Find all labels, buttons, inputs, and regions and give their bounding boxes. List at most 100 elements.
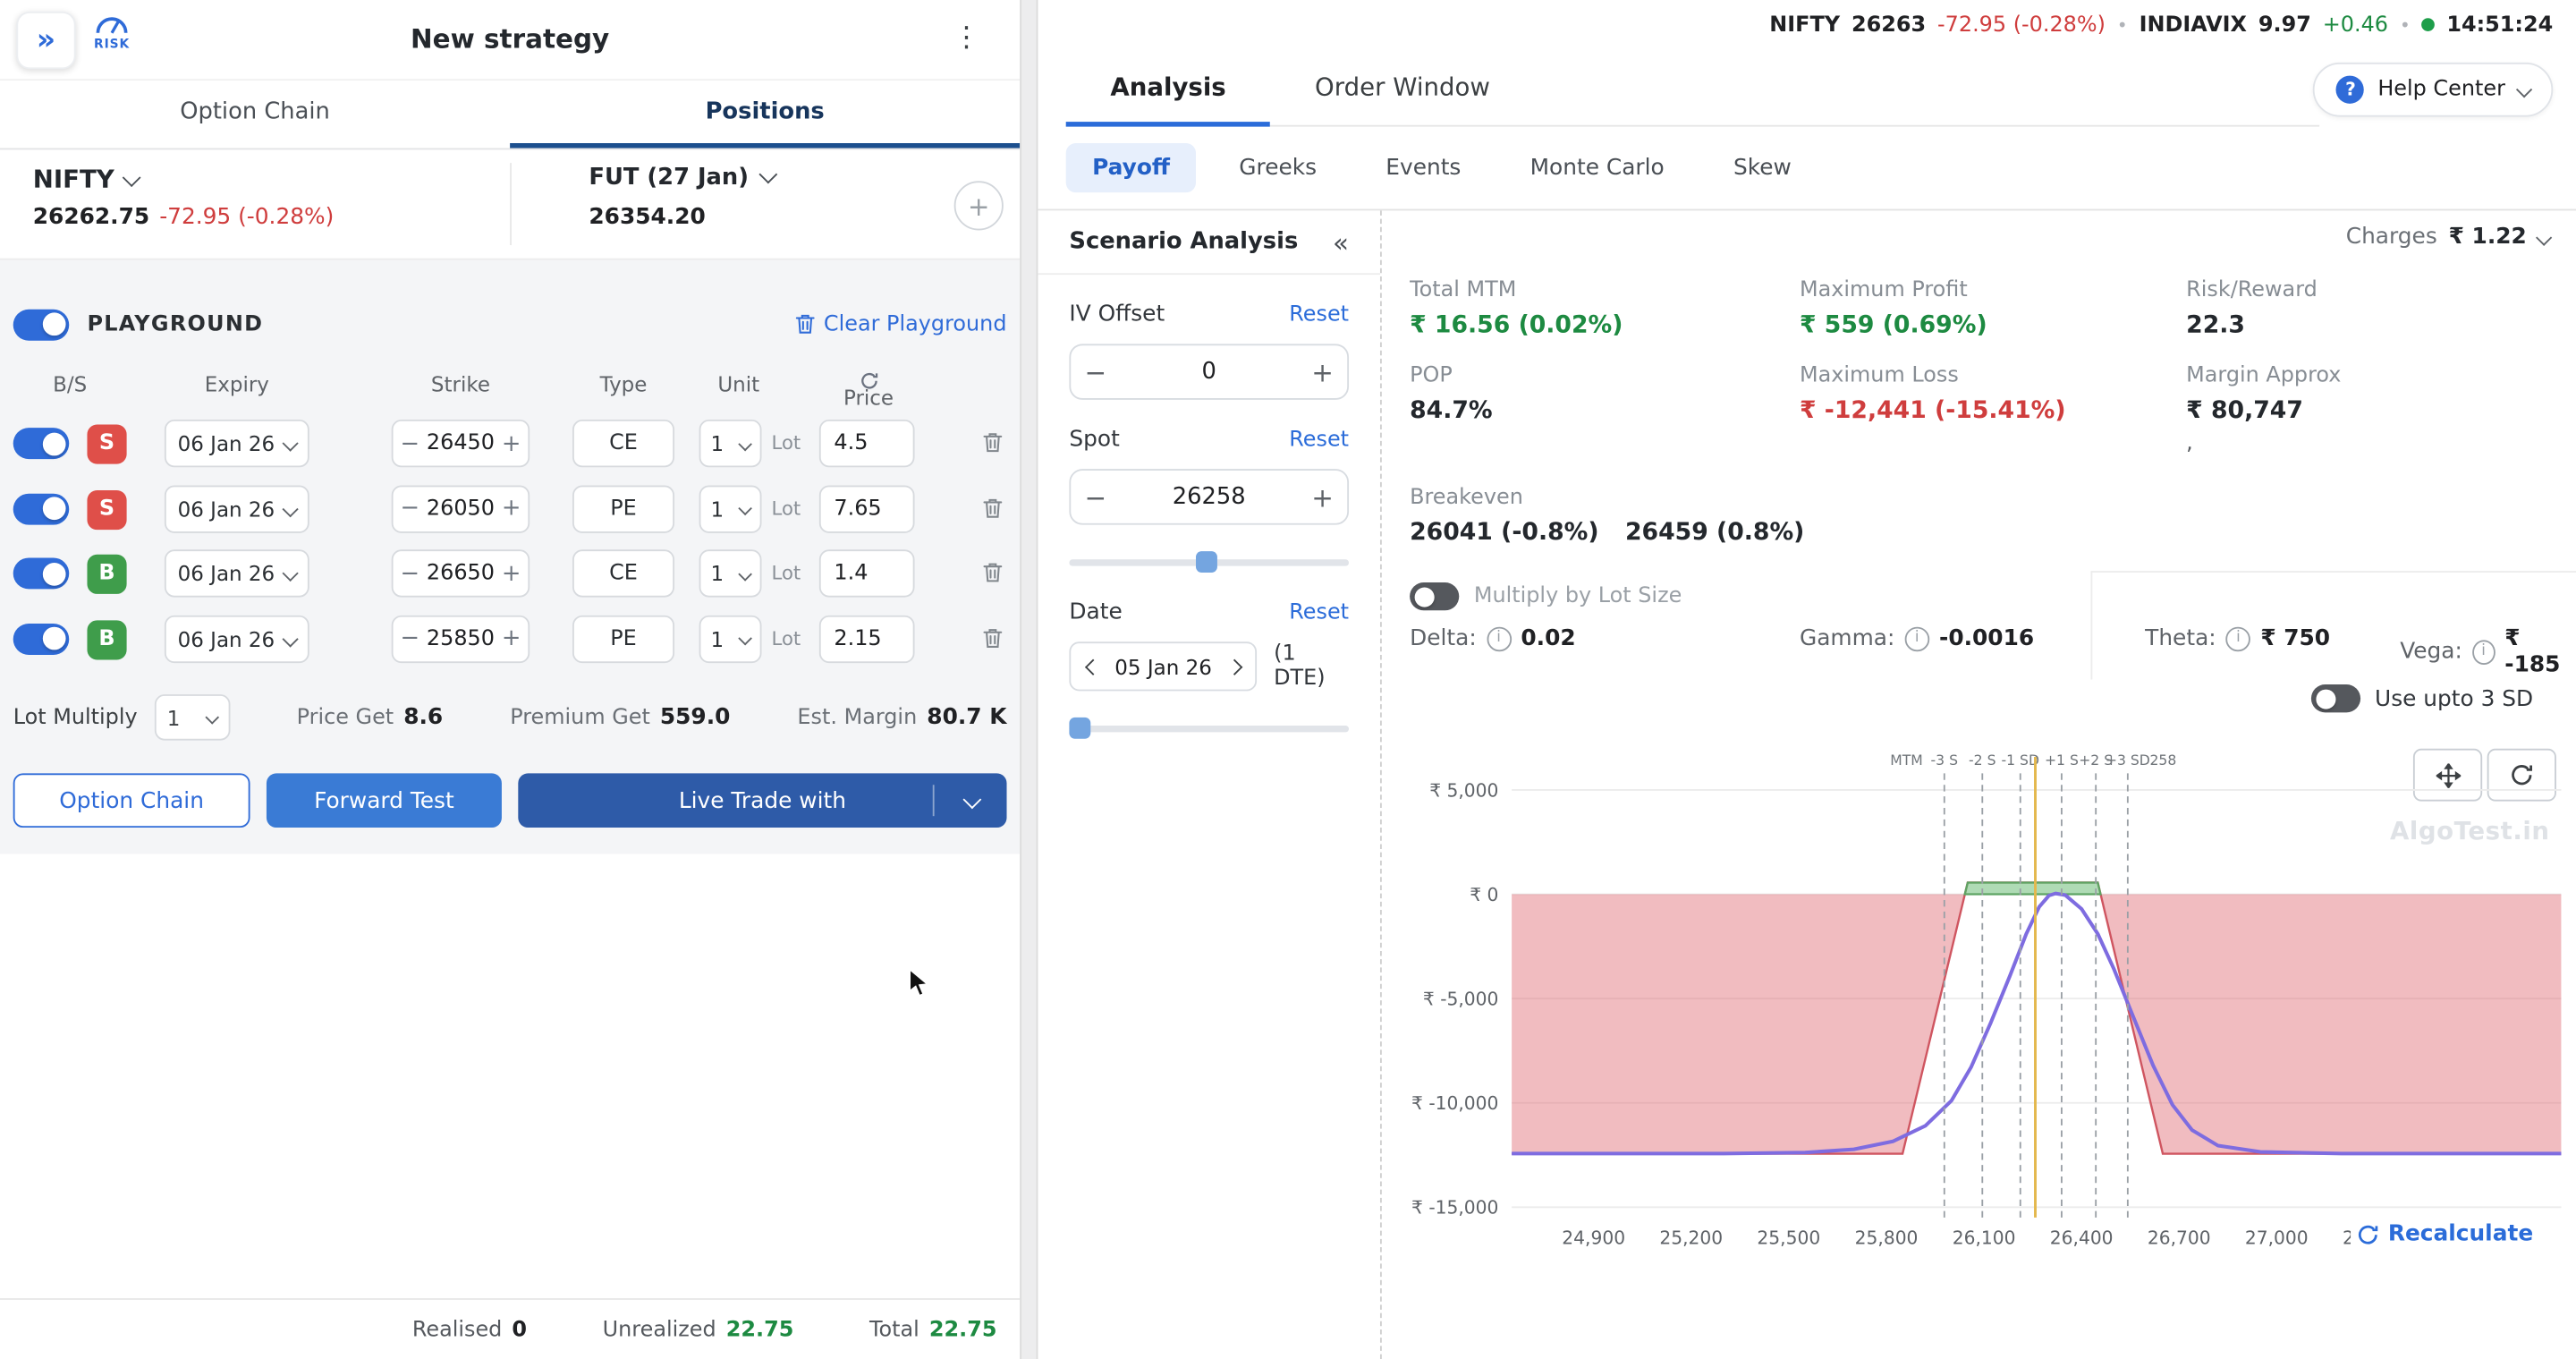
market-open-indicator [2422, 18, 2436, 31]
subtab-monte-carlo[interactable]: Monte Carlo [1504, 143, 1690, 192]
price-input[interactable] [819, 485, 915, 532]
slider-handle[interactable] [1069, 718, 1090, 739]
delete-row-button[interactable] [982, 624, 1004, 656]
future-selector[interactable]: FUT (27 Jan) [589, 165, 775, 191]
info-icon[interactable]: i [1487, 626, 1512, 651]
slider-track[interactable] [1069, 726, 1349, 731]
tab-option-chain[interactable]: Option Chain [0, 81, 510, 148]
recalculate-button[interactable]: Recalculate [2351, 1218, 2540, 1251]
stat-breakeven: Breakeven 26041 (-0.8%)26459 (0.8%) [1410, 486, 2186, 547]
lots-select[interactable]: 1 [699, 420, 762, 467]
date-reset[interactable]: Reset [1289, 599, 1349, 624]
price-input[interactable] [819, 549, 915, 597]
analysis-area: NIFTY 26263 -72.95 (-0.28%) • INDIAVIX 9… [1038, 0, 2576, 1359]
position-toggle[interactable] [13, 623, 70, 654]
side-badge[interactable]: S [87, 424, 126, 463]
chevron-down-icon [2516, 81, 2532, 98]
pnl-footer: Realised0 Unrealized22.75 Total22.75 [0, 1298, 1020, 1359]
side-badge[interactable]: B [87, 619, 126, 658]
lot-multiply-select[interactable]: 1 [154, 694, 230, 740]
trash-icon [982, 496, 1004, 519]
decrement-button[interactable]: − [1071, 356, 1120, 387]
lots-select[interactable]: 1 [699, 549, 762, 597]
multiply-lot-toggle[interactable] [1410, 582, 1459, 610]
tab-order-window[interactable]: Order Window [1270, 49, 1534, 125]
strike-stepper[interactable]: −25850+ [392, 615, 530, 662]
payoff-chart[interactable]: ₹ 5,000₹ 0₹ -5,000₹ -10,000₹ -15,00024,9… [1382, 741, 2574, 1261]
col-unit: Unit [688, 372, 790, 397]
add-strategy-button[interactable]: + [954, 181, 1004, 230]
playground-toggle[interactable] [13, 309, 70, 340]
lots-select[interactable]: 1 [699, 615, 762, 662]
trash-icon [982, 626, 1004, 650]
subtab-payoff[interactable]: Payoff [1066, 143, 1197, 192]
expiry-select[interactable]: 06 Jan 26 [165, 420, 309, 467]
delete-row-button[interactable] [982, 559, 1004, 590]
info-icon[interactable]: i [2226, 626, 2251, 651]
risk-logo[interactable]: RISK [94, 10, 130, 51]
tab-positions[interactable]: Positions [510, 81, 1020, 148]
position-toggle[interactable] [13, 557, 70, 589]
price-input[interactable] [819, 420, 915, 467]
use-sd-toggle[interactable] [2310, 684, 2360, 712]
svg-text:25,800: 25,800 [1855, 1227, 1919, 1248]
greek-vega: Vega:i₹ -185 [2400, 625, 2576, 678]
nifty-change: -72.95 (-0.28%) [1937, 13, 2106, 38]
side-badge[interactable]: S [87, 489, 126, 529]
position-toggle[interactable] [13, 493, 70, 524]
instrument-change: -72.95 (-0.28%) [159, 204, 334, 230]
spot-reset[interactable]: Reset [1289, 427, 1349, 452]
spot-label: Spot [1069, 426, 1119, 452]
forward-test-button[interactable]: Forward Test [267, 773, 502, 828]
help-center-button[interactable]: ? Help Center [2314, 63, 2554, 117]
collapse-panel-icon[interactable]: « [1333, 226, 1349, 258]
spot-slider[interactable] [1069, 551, 1349, 573]
info-icon[interactable]: i [2472, 639, 2495, 664]
delete-row-button[interactable] [982, 495, 1004, 526]
option-chain-button[interactable]: Option Chain [13, 773, 250, 828]
info-icon[interactable]: i [1904, 626, 1929, 651]
increment-button[interactable]: + [1298, 356, 1347, 387]
expiry-select[interactable]: 06 Jan 26 [165, 485, 309, 532]
chevron-down-icon[interactable] [962, 790, 981, 809]
more-options-button[interactable]: ⋮ [953, 21, 980, 55]
instrument-selector[interactable]: NIFTY [33, 165, 140, 194]
subtab-greeks[interactable]: Greeks [1213, 143, 1343, 192]
date-slider[interactable] [1069, 718, 1349, 739]
col-type: Type [572, 372, 674, 397]
svg-text:-1 SD: -1 SD [2002, 752, 2039, 769]
strike-stepper[interactable]: −26450+ [392, 420, 530, 467]
expiry-select[interactable]: 06 Jan 26 [165, 615, 309, 662]
delete-row-button[interactable] [982, 429, 1004, 461]
option-type-button[interactable]: PE [572, 485, 674, 532]
side-badge[interactable]: B [87, 555, 126, 594]
increment-button[interactable]: + [1298, 481, 1347, 513]
slider-handle[interactable] [1195, 551, 1216, 573]
subtab-skew[interactable]: Skew [1707, 143, 1818, 192]
analysis-subtabs: Payoff Greeks Events Monte Carlo Skew [1066, 143, 1818, 192]
tab-analysis[interactable]: Analysis [1066, 49, 1271, 125]
expiry-select[interactable]: 06 Jan 26 [165, 549, 309, 597]
lots-select[interactable]: 1 [699, 485, 762, 532]
subtab-events[interactable]: Events [1360, 143, 1487, 192]
option-type-button[interactable]: CE [572, 420, 674, 467]
prev-date-button[interactable] [1071, 650, 1114, 682]
option-type-button[interactable]: CE [572, 549, 674, 597]
decrement-button[interactable]: − [1071, 481, 1120, 513]
charges[interactable]: Charges₹ 1.22 [2346, 224, 2550, 250]
panel-divider[interactable] [1020, 0, 1038, 1359]
expand-panel-button[interactable]: » [16, 12, 75, 69]
live-trade-button[interactable]: Live Trade with [518, 773, 1006, 828]
strike-stepper[interactable]: −26650+ [392, 549, 530, 597]
position-toggle[interactable] [13, 428, 70, 459]
svg-text:25,500: 25,500 [1757, 1227, 1820, 1248]
price-input[interactable] [819, 615, 915, 662]
est-margin: Est. Margin80.7 K [797, 704, 1006, 730]
option-type-button[interactable]: PE [572, 615, 674, 662]
next-date-button[interactable] [1213, 650, 1256, 682]
iv-offset-reset[interactable]: Reset [1289, 302, 1349, 327]
date-group: DateReset 05 Jan 26 (1 DTE) [1069, 599, 1349, 738]
strike-stepper[interactable]: −26050+ [392, 485, 530, 532]
playground-summary-row: Lot Multiply 1 Price Get8.6 Premium Get5… [13, 691, 1007, 743]
clear-playground-button[interactable]: Clear Playground [794, 312, 1007, 337]
